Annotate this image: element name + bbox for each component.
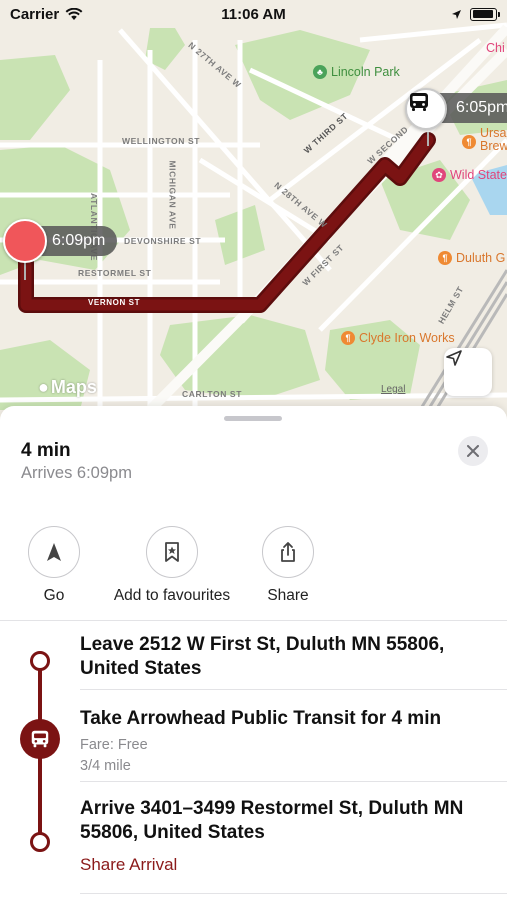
close-icon [467, 445, 479, 457]
share-label: Share [267, 587, 309, 604]
map-view[interactable]: N 27TH AVE W WELLINGTON ST MICHIGAN AVE … [0, 0, 507, 420]
flower-icon: ✿ [432, 168, 446, 182]
step-divider [80, 893, 507, 894]
bus-icon [410, 93, 428, 111]
status-bar: Carrier 11:06 AM [0, 0, 507, 28]
pin-stem [427, 132, 429, 146]
street-label: CARLTON ST [182, 389, 242, 399]
map-canvas [0, 22, 507, 414]
start-node-icon [30, 651, 50, 671]
step-leave[interactable]: Leave 2512 W First St, Duluth MN 55806, … [80, 633, 495, 681]
street-label: MICHIGAN AVE [167, 160, 178, 230]
route-sheet: 4 min Arrives 6:09pm Go Add to favourite… [0, 406, 507, 900]
poi-ursa[interactable]: ¶ Ursa Brew [462, 127, 507, 153]
step-divider [80, 781, 507, 782]
end-node-icon [30, 832, 50, 852]
step-divider [80, 689, 507, 690]
arrival-time: Arrives 6:09pm [21, 464, 132, 482]
trip-duration: 4 min [21, 440, 71, 461]
location-arrow-icon [446, 350, 462, 366]
go-label: Go [43, 587, 65, 604]
apple-maps-logo: ● Maps [38, 377, 97, 397]
street-label: WELLINGTON ST [122, 136, 200, 146]
battery-icon [470, 7, 500, 21]
add-to-favourites-label: Add to favourites [113, 587, 231, 604]
add-to-favourites-button[interactable]: Add to favourites [107, 526, 237, 605]
carrier-label: Carrier [10, 5, 60, 23]
step-title: Take Arrowhead Public Transit for 4 min [80, 708, 442, 729]
divider [0, 620, 507, 621]
bus-icon [31, 730, 49, 748]
locate-me-button[interactable] [444, 348, 492, 396]
wifi-icon [65, 7, 83, 20]
origin-pin[interactable] [3, 219, 47, 263]
location-services-icon [452, 9, 461, 19]
close-button[interactable] [458, 436, 488, 466]
food-icon: ¶ [341, 331, 355, 345]
food-icon: ¶ [462, 135, 476, 149]
poi-clyde-iron-works[interactable]: ¶ Clyde Iron Works [341, 331, 455, 345]
poi-lincoln-park[interactable]: ♣ Lincoln Park [313, 65, 400, 79]
bookmark-star-icon [165, 542, 179, 562]
poi-chi[interactable]: Chi [486, 41, 505, 55]
food-icon: ¶ [438, 251, 452, 265]
pin-stem [24, 260, 26, 280]
sheet-grabber[interactable] [224, 416, 282, 421]
transit-marker[interactable] [405, 88, 447, 130]
street-label: DEVONSHIRE ST [124, 236, 202, 246]
legal-link[interactable]: Legal [381, 384, 405, 395]
distance-text: 3/4 mile [80, 758, 131, 774]
share-button[interactable]: Share [262, 526, 314, 605]
street-label: VERNON ST [88, 298, 141, 307]
status-time: 11:06 AM [221, 5, 286, 23]
step-title: Leave 2512 W First St, Duluth MN 55806, … [80, 634, 445, 679]
go-button[interactable]: Go [28, 526, 80, 605]
poi-wild-state[interactable]: ✿ Wild State [432, 168, 507, 182]
poi-duluth-g[interactable]: ¶ Duluth G [438, 251, 505, 265]
transit-step-icon [20, 719, 60, 759]
tree-icon: ♣ [313, 65, 327, 79]
step-transit[interactable]: Take Arrowhead Public Transit for 4 min … [80, 707, 495, 774]
battery-level [472, 10, 494, 18]
share-icon [281, 542, 295, 562]
fare-text: Fare: Free [80, 737, 148, 753]
street-label: RESTORMEL ST [78, 268, 152, 278]
navigation-arrow-icon [47, 543, 61, 561]
share-arrival-link[interactable]: Share Arrival [80, 855, 495, 875]
apple-logo-icon: ● [38, 377, 49, 397]
step-title: Arrive 3401–3499 Restormel St, Duluth MN… [80, 798, 464, 843]
step-arrive[interactable]: Arrive 3401–3499 Restormel St, Duluth MN… [80, 797, 495, 875]
